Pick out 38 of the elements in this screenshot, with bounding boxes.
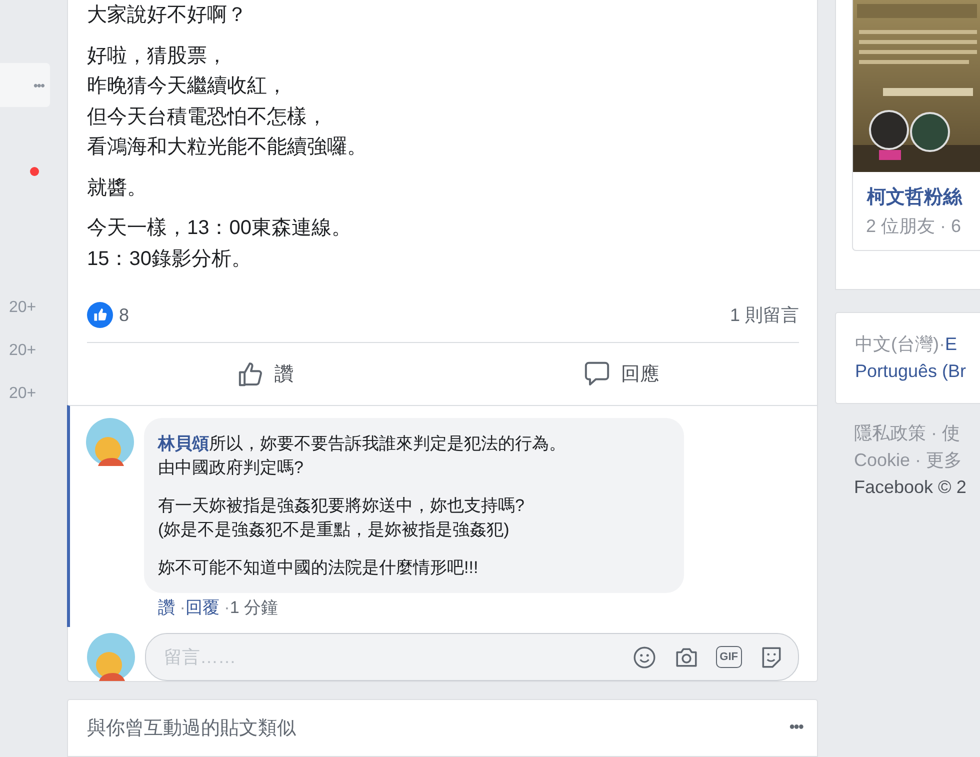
emoji-icon[interactable] (632, 644, 657, 670)
count-label: 20+ (9, 298, 36, 318)
count-label: 20+ (9, 384, 36, 404)
like-button[interactable]: 讚 (87, 343, 443, 405)
count-label: 20+ (9, 341, 36, 361)
comment-time: 1 分鐘 (230, 598, 278, 617)
post-paragraph: 好啦，猜股票， 昨晚猜今天繼續收紅， 但今天台積電恐怕不怎樣， 看鴻海和大粒光能不能續強囉。 (87, 44, 368, 160)
footer-text: Facebook © 2 (854, 476, 968, 499)
comment-action-link[interactable]: 回覆 (185, 598, 220, 617)
separator-dot: · (224, 598, 230, 617)
comment-action-link[interactable]: 讚 (158, 598, 175, 617)
post-paragraph: 今天一樣，13：00東森連線。 15：30錄影分析。 (87, 216, 352, 272)
comment-text: 妳不可能不知道中國的法院是什麼情形吧!!! (158, 557, 480, 579)
post-paragraph: 大家說好不好啊？ (87, 3, 248, 28)
comment-text: 有一天妳被指是強姦犯要將妳送中，妳也支持嗎? (妳是不是強姦犯不是重點，是妳被指是強姦犯) (158, 495, 526, 541)
avatar-icon (87, 633, 135, 681)
language-link[interactable]: Português (Br (855, 361, 966, 381)
comment-button[interactable]: 回應 (443, 343, 799, 405)
post-paragraph: 就醬。 (87, 176, 148, 200)
footer-text: 隱私政策 · 使 (854, 422, 961, 445)
like-reaction-icon (87, 302, 113, 328)
more-button[interactable]: ••• (789, 719, 803, 737)
comment-count-link[interactable]: 1 則留言 (730, 303, 799, 327)
avatar-icon (86, 418, 134, 466)
gif-button[interactable]: GIF (716, 646, 742, 668)
thumbs-up-icon (236, 360, 264, 388)
event-card[interactable]: 柯文哲粉絲 2 位朋友 · 6 (852, 0, 980, 251)
separator-dot: · (939, 334, 945, 354)
speech-bubble-icon (583, 360, 611, 388)
language-link[interactable]: E (945, 334, 958, 354)
separator-dot: · (180, 598, 186, 617)
author-link[interactable]: 林貝頌 (158, 434, 209, 453)
comment-text: 林貝頌所以，妳要不要告訴我誰來判定是犯法的行為。 由中國政府判定嗎? (158, 433, 567, 479)
event-title-link[interactable]: 柯文哲粉絲 (853, 172, 980, 210)
event-meta: 2 位朋友 · 6 (865, 215, 962, 238)
like-count[interactable]: 8 (119, 304, 130, 326)
section-title: 與你曾互動過的貼文類似 (87, 717, 296, 741)
footer-text: Cookie · 更多 (854, 449, 964, 472)
